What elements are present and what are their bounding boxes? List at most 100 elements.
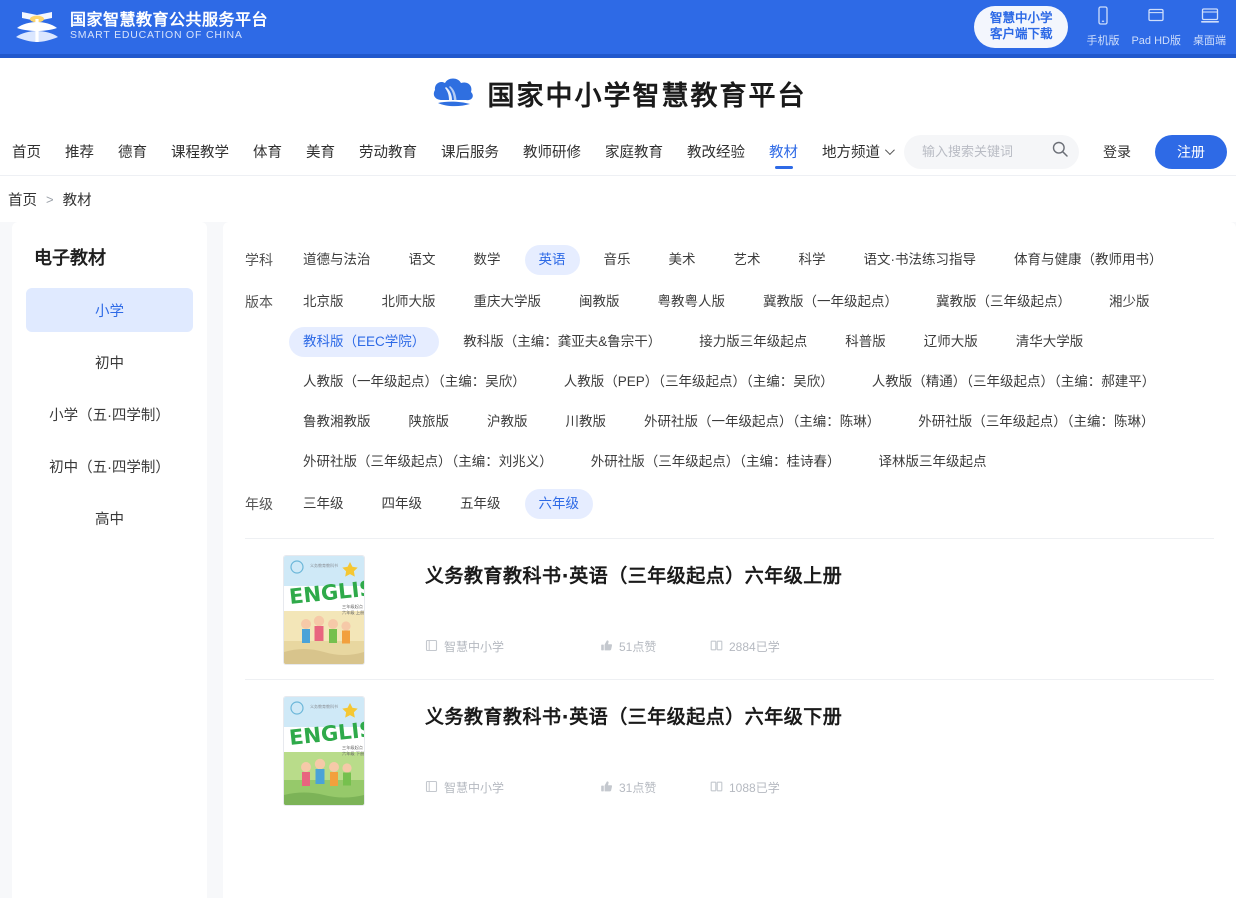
chip-grade-1[interactable]: 四年级 — [368, 489, 437, 519]
svg-text:六年级 下册: 六年级 下册 — [342, 750, 364, 757]
nav-item-jiatingjiaoyu[interactable]: 家庭教育 — [593, 128, 675, 175]
chip-version-10[interactable]: 接力版三年级起点 — [685, 327, 821, 357]
filter-label-subject: 学科 — [245, 252, 273, 268]
chip-version-6[interactable]: 冀教版（三年级起点） — [922, 287, 1085, 317]
search-box[interactable] — [904, 134, 1079, 169]
nav-item-kechengjiaoxue[interactable]: 课程教学 — [159, 128, 241, 175]
chip-version-8[interactable]: 教科版（EEC学院） — [289, 327, 440, 357]
sidebar-item-xiaoxue-54[interactable]: 小学（五·四学制） — [26, 392, 193, 436]
client-download-line2: 客户端下载 — [989, 27, 1053, 41]
nav-item-meiyu[interactable]: 美育 — [294, 128, 347, 175]
nav-item-difangpindao[interactable]: 地方频道 — [810, 128, 904, 175]
svg-text:三年级起点: 三年级起点 — [342, 744, 363, 751]
chip-version-18[interactable]: 陕旅版 — [395, 407, 464, 437]
book-studied: 2884已学 — [710, 638, 780, 655]
chip-subject-4[interactable]: 音乐 — [590, 245, 645, 275]
chip-version-11[interactable]: 科普版 — [831, 327, 900, 357]
device-link-phone[interactable]: 手机版 — [1086, 6, 1119, 48]
nav-item-laodongjiaoyu[interactable]: 劳动教育 — [347, 128, 429, 175]
filter-chips-grade: 三年级 四年级 五年级 六年级 — [289, 484, 1214, 524]
chip-version-0[interactable]: 北京版 — [289, 287, 358, 317]
filter-group-version: 版本 北京版 北师大版 重庆大学版 闽教版 粤教粤人版 冀教版（一年级起点） 冀… — [245, 282, 1214, 482]
chip-version-16[interactable]: 人教版（精通）（三年级起点）（主编：郝建平） — [858, 367, 1170, 397]
chip-version-4[interactable]: 粤教粤人版 — [644, 287, 740, 317]
nav-item-jiaoshiyanxiu[interactable]: 教师研修 — [511, 128, 593, 175]
chip-subject-1[interactable]: 语文 — [395, 245, 450, 275]
register-button[interactable]: 注册 — [1155, 134, 1227, 169]
table-row[interactable]: 义务教育教科书 ENGLISH 三年级起点 六年级 下册 义务教育教科书·英语（… — [245, 679, 1214, 820]
device-link-desktop-label: 桌面端 — [1193, 35, 1226, 47]
login-button[interactable]: 登录 — [1089, 136, 1145, 168]
chip-version-12[interactable]: 辽师大版 — [910, 327, 992, 357]
chip-version-25[interactable]: 译林版三年级起点 — [865, 447, 1001, 477]
book-source-icon — [425, 780, 438, 796]
chip-subject-2[interactable]: 数学 — [460, 245, 515, 275]
chip-subject-7[interactable]: 科学 — [785, 245, 840, 275]
chip-grade-3[interactable]: 六年级 — [524, 489, 593, 519]
nav-item-shouye[interactable]: 首页 — [0, 128, 53, 175]
chip-version-17[interactable]: 鲁教湘教版 — [289, 407, 385, 437]
nav-item-tiyu[interactable]: 体育 — [241, 128, 294, 175]
sidebar-item-chuzhong[interactable]: 初中 — [26, 340, 193, 384]
studied-icon — [710, 639, 723, 655]
device-link-tablet[interactable]: Pad HD版 — [1131, 6, 1181, 48]
chip-version-15[interactable]: 人教版（PEP）（三年级起点）（主编：吴欣） — [550, 367, 848, 397]
chip-version-2[interactable]: 重庆大学版 — [460, 287, 556, 317]
breadcrumb-home[interactable]: 首页 — [8, 189, 37, 210]
chip-version-23[interactable]: 外研社版（三年级起点）（主编：刘兆义） — [289, 447, 567, 477]
chip-version-7[interactable]: 湘少版 — [1095, 287, 1164, 317]
book-likes-label: 51点赞 — [619, 640, 657, 654]
nav-label: 教改经验 — [687, 145, 745, 161]
chip-version-21[interactable]: 外研社版（一年级起点）（主编：陈琳） — [630, 407, 894, 437]
device-link-desktop[interactable]: 桌面端 — [1193, 6, 1226, 48]
nav-right-actions: 登录 注册 — [904, 134, 1235, 169]
book-info: 义务教育教科书·英语（三年级起点）六年级下册 智慧中小学 31点赞 1088已学 — [425, 696, 1214, 806]
sidebar-item-xiaoxue[interactable]: 小学 — [26, 288, 193, 332]
search-icon[interactable] — [1051, 140, 1069, 163]
chip-version-20[interactable]: 川教版 — [552, 407, 621, 437]
chip-subject-5[interactable]: 美术 — [655, 245, 710, 275]
chip-version-19[interactable]: 沪教版 — [473, 407, 542, 437]
sidebar-item-chuzhong-54[interactable]: 初中（五·四学制） — [26, 444, 193, 488]
nav-item-list: 首页 推荐 德育 课程教学 体育 美育 劳动教育 课后服务 教师研修 家庭教育 … — [0, 128, 904, 175]
nav-item-jiaogaijingyan[interactable]: 教改经验 — [675, 128, 757, 175]
chip-subject-9[interactable]: 体育与健康（教师用书） — [1000, 245, 1177, 275]
chip-version-14[interactable]: 人教版（一年级起点）（主编：吴欣） — [289, 367, 540, 397]
nav-item-deyu[interactable]: 德育 — [106, 128, 159, 175]
device-link-phone-label: 手机版 — [1086, 35, 1120, 47]
page-body: 电子教材 小学 初中 小学（五·四学制） 初中（五·四学制） 高中 学科 道德与… — [0, 222, 1236, 898]
chip-grade-0[interactable]: 三年级 — [289, 489, 358, 519]
sidebar-item-label: 初中 — [95, 355, 124, 372]
chip-subject-8[interactable]: 语文·书法练习指导 — [850, 245, 991, 275]
chip-version-3[interactable]: 闽教版 — [565, 287, 634, 317]
chip-version-1[interactable]: 北师大版 — [368, 287, 450, 317]
chip-subject-3[interactable]: 英语 — [524, 245, 580, 275]
top-blue-bar: 国家智慧教育公共服务平台 SMART EDUCATION OF CHINA 智慧… — [0, 0, 1236, 54]
sidebar-item-gaozhong[interactable]: 高中 — [26, 496, 193, 540]
smart-education-logo-icon — [14, 9, 60, 45]
chip-version-24[interactable]: 外研社版（三年级起点）（主编：桂诗春） — [577, 447, 855, 477]
nav-item-jiaocai[interactable]: 教材 — [757, 128, 810, 175]
chip-grade-2[interactable]: 五年级 — [446, 489, 515, 519]
chip-version-5[interactable]: 冀教版（一年级起点） — [749, 287, 912, 317]
table-row[interactable]: 义务教育教科书 ENGLISH 三年级起点 六年级 上册 义务教育教科书·英语（… — [245, 538, 1214, 679]
book-source-label: 智慧中小学 — [444, 640, 505, 654]
book-source-icon — [425, 639, 438, 655]
chip-subject-6[interactable]: 艺术 — [720, 245, 775, 275]
nav-item-kehoufuwu[interactable]: 课后服务 — [429, 128, 511, 175]
nav-label: 体育 — [253, 145, 282, 161]
nav-item-tuijian[interactable]: 推荐 — [53, 128, 106, 175]
site-brand[interactable]: 国家智慧教育公共服务平台 SMART EDUCATION OF CHINA — [14, 9, 268, 45]
sidebar-item-label: 小学（五·四学制） — [49, 407, 170, 424]
chip-version-13[interactable]: 清华大学版 — [1002, 327, 1098, 357]
tablet-icon — [1146, 6, 1166, 29]
book-likes-label: 31点赞 — [619, 781, 657, 795]
client-download-button[interactable]: 智慧中小学 客户端下载 — [973, 6, 1069, 48]
chip-subject-0[interactable]: 道德与法治 — [289, 245, 385, 275]
book-studied-label: 2884已学 — [729, 640, 780, 654]
book-cover-image: 义务教育教科书 ENGLISH 三年级起点 六年级 上册 — [283, 555, 365, 665]
chip-version-22[interactable]: 外研社版（三年级起点）（主编：陈琳） — [904, 407, 1168, 437]
chip-version-9[interactable]: 教科版（主编：龚亚夫&鲁宗干） — [449, 327, 675, 357]
studied-icon — [710, 780, 723, 796]
search-input[interactable] — [920, 143, 1051, 160]
